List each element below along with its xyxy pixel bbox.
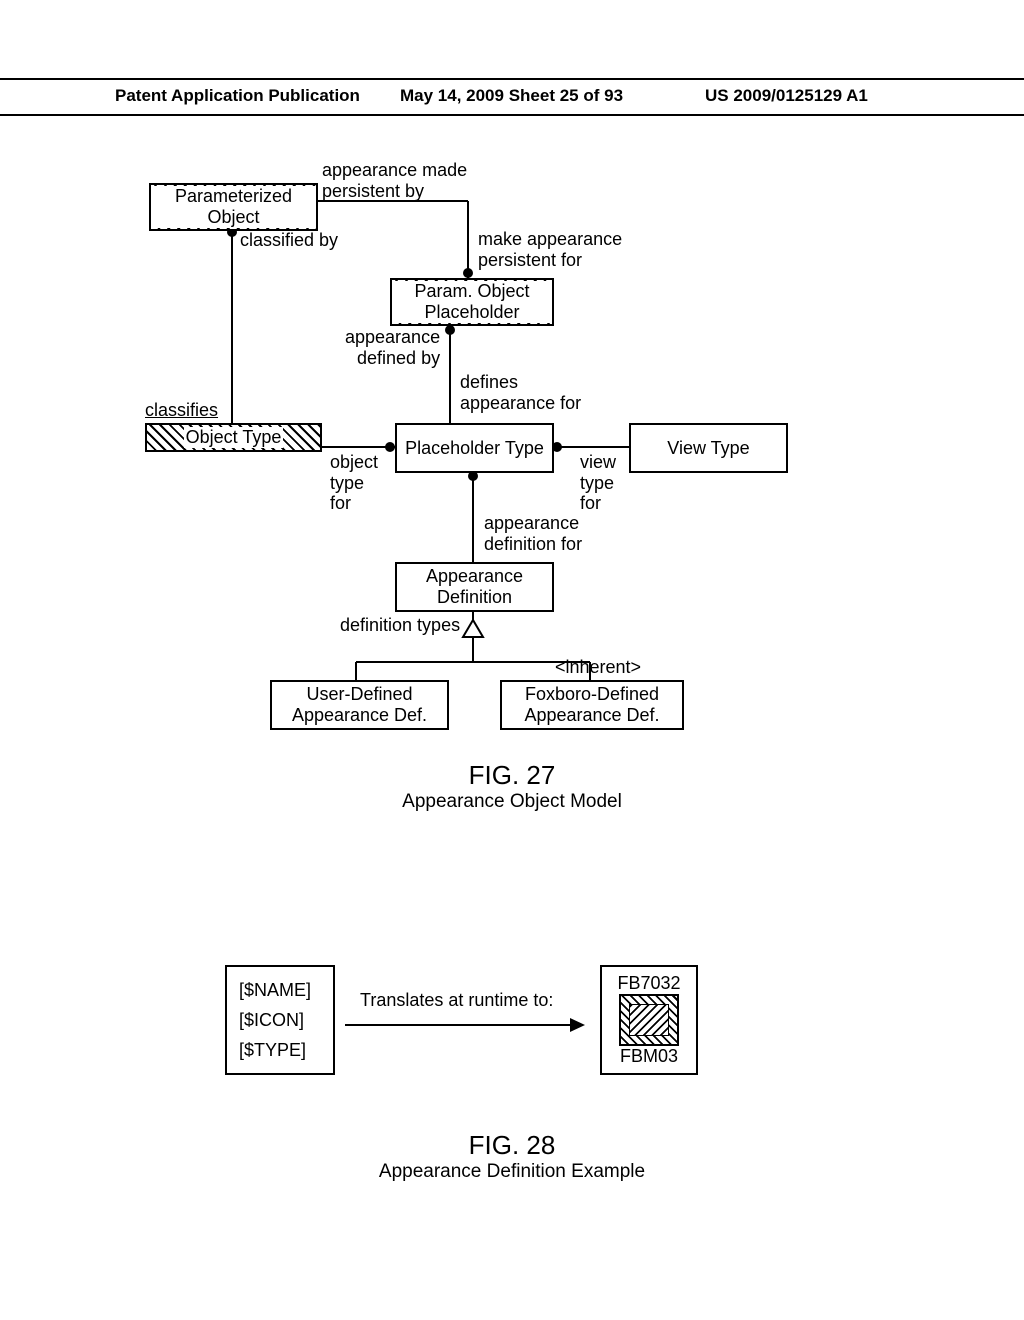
box-result: FB7032 FBM03 [600, 965, 698, 1075]
label-appearance-defined-by: appearance defined by [345, 327, 440, 368]
label-classified-by: classified by [240, 230, 338, 251]
label-classifies: classifies [145, 400, 218, 421]
template-name: [$NAME] [239, 980, 311, 1001]
box-foxboro-defined-appearance-def: Foxboro-Defined Appearance Def. [500, 680, 684, 730]
box-placeholder-type: Placeholder Type [395, 423, 554, 473]
result-name: FB7032 [617, 973, 680, 994]
box-user-defined-appearance-def: User-Defined Appearance Def. [270, 680, 449, 730]
label-translates-at-runtime: Translates at runtime to: [360, 990, 553, 1011]
result-type: FBM03 [620, 1046, 678, 1067]
box-param-object-placeholder: Param. Object Placeholder [390, 278, 554, 326]
box-parameterized-object: Parameterized Object [149, 183, 318, 231]
fig27-caption: FIG. 27 Appearance Object Model [0, 760, 1024, 813]
fig28-caption: FIG. 28 Appearance Definition Example [0, 1130, 1024, 1183]
label-object-type-for: object type for [330, 452, 378, 514]
template-icon: [$ICON] [239, 1010, 304, 1031]
fig28-subtitle: Appearance Definition Example [0, 1161, 1024, 1183]
fig27-title: FIG. 27 [0, 760, 1024, 791]
label-appearance-made-persistent-by: appearance made persistent by [322, 160, 467, 201]
label-inherent: <inherent> [555, 657, 641, 678]
label-make-appearance-persistent-for: make appearance persistent for [478, 229, 622, 270]
result-icon [619, 994, 679, 1047]
box-view-type: View Type [629, 423, 788, 473]
fig28-arrow [345, 1010, 585, 1040]
fig28-title: FIG. 28 [0, 1130, 1024, 1161]
label-defines-appearance-for: defines appearance for [460, 372, 581, 413]
label-view-type-for: view type for [580, 452, 616, 514]
template-type: [$TYPE] [239, 1040, 306, 1061]
label-appearance-definition-for: appearance definition for [484, 513, 582, 554]
fig27-subtitle: Appearance Object Model [0, 791, 1024, 813]
box-object-type: Object Type [145, 423, 322, 452]
label-definition-types: definition types [340, 615, 460, 636]
box-appearance-definition: Appearance Definition [395, 562, 554, 612]
box-template: [$NAME] [$ICON] [$TYPE] [225, 965, 335, 1075]
